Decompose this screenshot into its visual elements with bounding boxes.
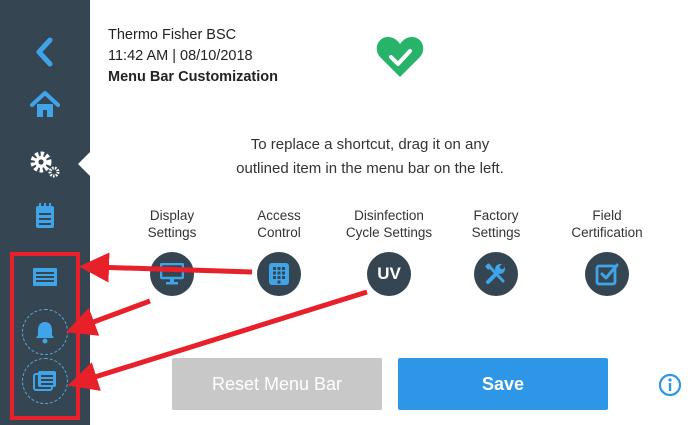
settings-button[interactable] <box>0 136 90 192</box>
shortcut-icon-circle[interactable]: UV <box>367 252 411 296</box>
shortcut-factory-settings[interactable]: Factory Settings <box>436 207 556 296</box>
shortcut-label: Access Control <box>219 207 339 241</box>
shortcut-icon-circle[interactable] <box>257 252 301 296</box>
label-line: Certification <box>571 225 643 240</box>
gear-settings-icon <box>30 151 60 178</box>
label-line: Display <box>149 208 195 223</box>
shortcut-label: Factory Settings <box>436 207 556 241</box>
back-button[interactable] <box>0 28 90 76</box>
shortcut-disinfection-cycle[interactable]: Disinfection Cycle Settings UV <box>329 207 449 296</box>
home-button[interactable] <box>0 80 90 130</box>
checkbox-icon <box>595 263 619 286</box>
shortcut-field-certification[interactable]: Field Certification <box>547 207 667 296</box>
shortcut-label: Disinfection Cycle Settings <box>329 207 449 241</box>
uv-icon: UV <box>377 264 401 283</box>
shortcut-icon-circle[interactable] <box>474 252 518 296</box>
back-chevron-icon <box>36 37 53 67</box>
info-icon[interactable] <box>658 373 682 397</box>
keypad-icon <box>269 263 289 285</box>
label-line: Settings <box>147 225 197 240</box>
datetime: 11:42 AM | 08/10/2018 <box>108 48 253 64</box>
label-line: Cycle Settings <box>345 225 433 240</box>
page-title: Menu Bar Customization <box>108 69 278 85</box>
label-line: Settings <box>471 225 521 240</box>
device-name: Thermo Fisher BSC <box>108 27 237 43</box>
shortcut-label: Display Settings <box>112 207 232 241</box>
log-button[interactable] <box>0 192 90 240</box>
label-line: Field <box>592 208 622 223</box>
shortcut-icon-circle[interactable] <box>585 252 629 296</box>
instruction-line-1: To replace a shortcut, drag it on any <box>250 136 490 153</box>
clipboard-icon <box>36 203 54 228</box>
instruction-text: To replace a shortcut, drag it on any ou… <box>180 133 560 181</box>
reset-menu-bar-button[interactable]: Reset Menu Bar <box>172 358 382 410</box>
wrench-screwdriver-icon <box>485 263 505 284</box>
label-line: Control <box>257 225 301 240</box>
label-line: Disinfection <box>354 208 424 223</box>
label-line: Access <box>257 208 301 223</box>
shortcut-icon-circle[interactable] <box>150 252 194 296</box>
header: Thermo Fisher BSC 11:42 AM | 08/10/2018 … <box>108 25 278 88</box>
annotation-outline <box>10 252 80 420</box>
shortcut-label: Field Certification <box>547 207 667 241</box>
instruction-line-2: outlined item in the menu bar on the lef… <box>236 160 504 177</box>
label-line: Factory <box>473 208 519 223</box>
status-heart-check-icon <box>376 37 424 77</box>
shortcut-display-settings[interactable]: Display Settings <box>112 207 232 296</box>
shortcut-access-control[interactable]: Access Control <box>219 207 339 296</box>
home-icon <box>30 91 60 117</box>
save-button[interactable]: Save <box>398 358 608 410</box>
monitor-icon <box>160 263 184 285</box>
